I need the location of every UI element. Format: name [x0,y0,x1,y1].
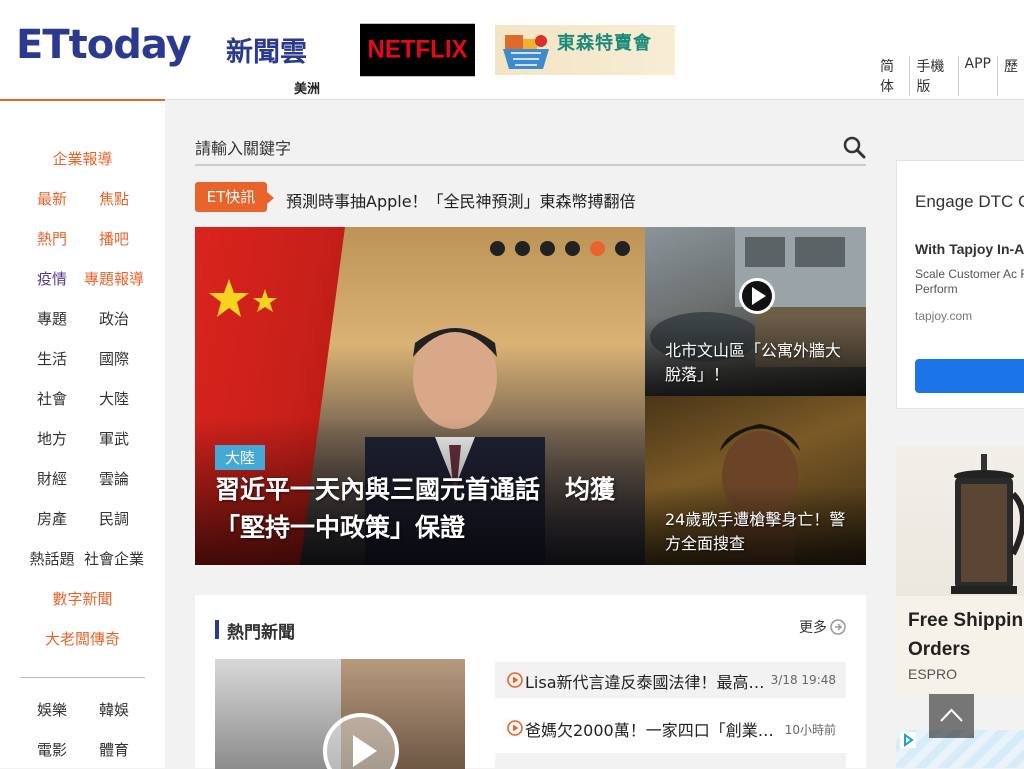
ad-heading: Free Shippin U.S. Orders [908,610,1024,660]
side-card-headline[interactable]: 北市文山區「公寓外牆大脫落」！ [665,339,855,387]
more-link[interactable]: 更多 [799,617,846,637]
hot-news-thumbnail[interactable] [215,659,465,769]
search-icon[interactable] [842,135,866,159]
nav-mainland[interactable]: 大陸 [74,388,154,409]
nav-enterprise[interactable]: 企業報導 [0,148,165,169]
nav-special-report[interactable]: 專題報導 [74,268,154,289]
carousel-dot[interactable] [540,241,555,256]
hot-news-item[interactable]: Lisa新代言違反泰國法律！最高「… 3/18 19:48 [495,662,846,698]
topnav-app[interactable]: APP [957,56,997,96]
ad-cta-button[interactable] [915,359,1024,393]
flag-stars-image [209,279,277,317]
ad-tapjoy[interactable]: Engage DTC Convert With Tapjoy In-A Scal… [896,160,1024,409]
topnav-simplified[interactable]: 简体 [880,56,909,96]
topnav-history[interactable]: 歷 [997,56,1024,96]
flash-badge: ET快訊 [195,182,274,212]
nav-korean[interactable]: 韓娛 [74,699,154,720]
carousel-dots [490,241,630,256]
nav-international[interactable]: 國際 [74,348,154,369]
hero-category-tag[interactable]: 大陸 [215,445,266,470]
nav-polls[interactable]: 民調 [74,508,154,529]
back-to-top-button[interactable] [929,694,974,738]
hero-headline[interactable]: 習近平一天內與三國元首通話 均獲「堅持一中政策」保證 [215,471,635,547]
play-icon[interactable] [737,276,777,316]
hot-news-time: 10小時前 [784,723,836,737]
logo-chinese: 新聞雲 [226,37,307,68]
carousel-dot[interactable] [615,241,630,256]
site-header: ETtoday 新聞雲 美洲 NETFLIX 東森特賣會 简体 手機版 APP … [0,0,1024,101]
ad-espro[interactable]: Free Shippin U.S. Orders ESPRO [896,446,1024,694]
nav-politics[interactable]: 政治 [74,308,154,329]
hero-slide[interactable]: 大陸 習近平一天內與三國元首通話 均獲「堅持一中政策」保證 [195,227,645,565]
adchoices-icon[interactable] [900,732,916,748]
nav-focus[interactable]: 焦點 [74,188,154,209]
flash-headline[interactable]: 預測時事抽Apple！「全民神預測」東森幣搏翻倍 [286,188,636,212]
more-label: 更多 [799,620,827,636]
nav-social-enterprise[interactable]: 社會企業 [74,548,154,569]
ad-url: tapjoy.com [915,309,973,323]
hot-news-title: 爸媽欠2000萬！一家四口「創業責… [525,721,785,740]
carousel-dot[interactable] [565,241,580,256]
hot-news-item[interactable] [495,753,846,768]
side-card-headline[interactable]: 24歲歌手遭槍擊身亡！警方全面搜查 [665,508,855,556]
play-icon[interactable] [321,711,401,769]
hot-news-item[interactable]: 爸媽欠2000萬！一家四口「創業責… 10小時前 [495,710,846,746]
region-label: 美洲 [294,82,321,97]
section-marker [215,620,219,639]
play-circle-icon [507,720,523,736]
promo-banner[interactable]: 東森特賣會 [495,25,675,75]
promo-label: 東森特賣會 [557,33,652,54]
nav-military[interactable]: 軍武 [74,428,154,449]
carousel-dot[interactable] [515,241,530,256]
play-circle-icon [507,672,523,688]
side-news-card[interactable]: 24歲歌手遭槍擊身亡！警方全面搜查 [645,396,866,565]
french-press-image [951,454,1024,594]
nav-opinion[interactable]: 雲論 [74,468,154,489]
side-news-card[interactable]: 北市文山區「公寓外牆大脫落」！ [645,227,866,396]
ad-heading: Engage DTC Convert [915,192,1024,211]
netflix-banner[interactable]: NETFLIX [360,23,475,77]
shopping-basket-icon [503,35,549,69]
hot-news-section: 熱門新聞 更多 Lisa新代言違反泰國法律！最高「… 3/18 19:48 爸媽… [195,595,866,769]
topnav-mobile[interactable]: 手機版 [909,56,957,96]
ad-description: Scale Customer Ac ROAS With Perform [915,267,1024,296]
nav-boba[interactable]: 播吧 [74,228,154,249]
nav-boss-legend[interactable]: 大老闆傳奇 [0,628,165,649]
hot-news-time: 3/18 19:48 [770,673,836,687]
nav-digital-news[interactable]: 數字新聞 [0,588,165,609]
site-logo[interactable]: ETtoday 新聞雲 美洲 [16,22,326,97]
nav-divider [20,677,145,678]
search-bar [195,130,866,166]
carousel-dot[interactable] [490,241,505,256]
arrow-right-circle-icon [830,619,846,635]
carousel-dot[interactable] [590,241,605,256]
top-nav: 简体 手機版 APP 歷 [880,56,1024,96]
ad-subheading: With Tapjoy In-A [915,241,1024,257]
hot-news-title: Lisa新代言違反泰國法律！最高「… [525,673,780,692]
search-input[interactable] [195,134,825,162]
logo-wordmark: ETtoday [16,22,192,68]
flash-news: ET快訊 預測時事抽Apple！「全民神預測」東森幣搏翻倍 [195,182,866,214]
left-nav: 企業報導 最新 焦點 熱門 播吧 疫情 專題報導 專題 政治 生活 國際 社會 … [0,101,165,768]
nav-sports[interactable]: 體育 [74,739,154,760]
section-title: 熱門新聞 [227,623,295,643]
ad-brand: ESPRO [908,666,958,682]
